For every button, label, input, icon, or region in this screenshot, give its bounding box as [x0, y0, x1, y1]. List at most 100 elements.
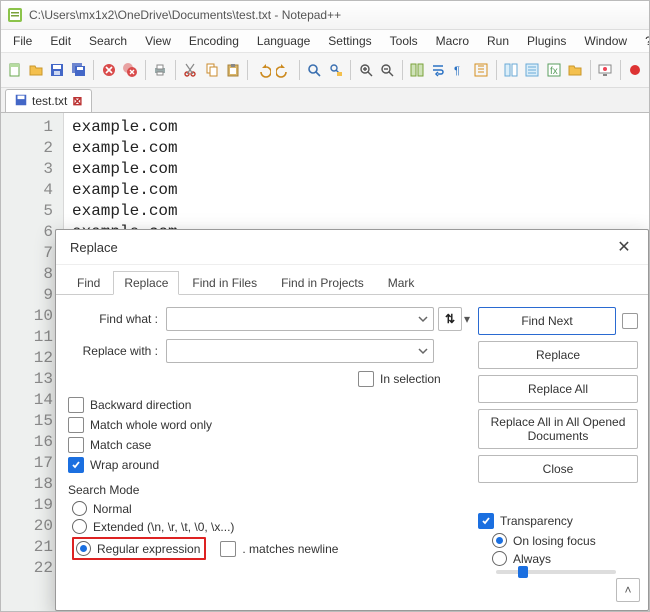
menu-run[interactable]: Run [479, 32, 517, 50]
toolbar: ¶ fx [1, 53, 649, 88]
menu-settings[interactable]: Settings [320, 32, 379, 50]
menu-window[interactable]: Window [576, 32, 635, 50]
menu-encoding[interactable]: Encoding [181, 32, 247, 50]
line-number: 18 [1, 474, 53, 495]
paste-icon[interactable] [223, 58, 242, 82]
menu-plugins[interactable]: Plugins [519, 32, 574, 50]
window-title: C:\Users\mx1x2\OneDrive\Documents\test.t… [29, 8, 341, 22]
copy-icon[interactable] [202, 58, 221, 82]
toolbar-separator [247, 60, 248, 80]
slider-thumb[interactable] [518, 566, 528, 578]
wrap-around-checkbox[interactable] [68, 457, 84, 473]
matches-newline-label: . matches newline [242, 542, 338, 556]
sync-v-icon[interactable] [407, 58, 426, 82]
menu-file[interactable]: File [5, 32, 40, 50]
redo-icon[interactable] [275, 58, 294, 82]
doc-map-icon[interactable] [502, 58, 521, 82]
tab-find-in-files[interactable]: Find in Files [181, 271, 268, 295]
menu-search[interactable]: Search [81, 32, 135, 50]
replace-all-opened-button[interactable]: Replace All in All Opened Documents [478, 409, 638, 449]
search-mode-normal-label: Normal [93, 502, 132, 516]
transparency-on-losing-radio[interactable] [492, 533, 507, 548]
line-number: 9 [1, 285, 53, 306]
toolbar-separator [590, 60, 591, 80]
chevron-down-icon [417, 313, 429, 325]
monitor-icon[interactable] [596, 58, 615, 82]
menu-edit[interactable]: Edit [42, 32, 79, 50]
dialog-title: Replace [70, 240, 118, 255]
menu-help[interactable]: ? [637, 32, 650, 50]
transparency-checkbox[interactable] [478, 513, 494, 529]
swap-dropdown-icon[interactable]: ▾ [462, 312, 472, 326]
zoom-out-icon[interactable] [377, 58, 396, 82]
menu-language[interactable]: Language [249, 32, 318, 50]
menu-macro[interactable]: Macro [428, 32, 477, 50]
file-tab-name: test.txt [32, 94, 67, 108]
close-button[interactable]: Close [478, 455, 638, 483]
cut-icon[interactable] [181, 58, 200, 82]
search-mode-normal-radio[interactable] [72, 501, 87, 516]
find-what-input[interactable] [166, 307, 434, 331]
folder-view-icon[interactable] [565, 58, 584, 82]
dialog-tabs: Find Replace Find in Files Find in Proje… [56, 265, 648, 295]
tab-replace[interactable]: Replace [113, 271, 179, 295]
line-number: 3 [1, 159, 53, 180]
replace-button[interactable]: Replace [478, 341, 638, 369]
find-next-direction-checkbox[interactable] [622, 313, 638, 329]
file-tab[interactable]: test.txt ⊠ [5, 89, 92, 112]
replace-all-button[interactable]: Replace All [478, 375, 638, 403]
transparency-label: Transparency [500, 514, 573, 528]
replace-icon[interactable] [326, 58, 345, 82]
line-number: 13 [1, 369, 53, 390]
menu-view[interactable]: View [137, 32, 179, 50]
open-file-icon[interactable] [26, 58, 45, 82]
swap-fields-button[interactable]: ⇅ [438, 307, 462, 331]
replace-with-input[interactable] [166, 339, 434, 363]
match-case-checkbox[interactable] [68, 437, 84, 453]
line-number: 12 [1, 348, 53, 369]
transparency-always-label: Always [513, 552, 551, 566]
save-all-icon[interactable] [69, 58, 88, 82]
in-selection-checkbox[interactable] [358, 371, 374, 387]
function-list-icon[interactable]: fx [544, 58, 563, 82]
toolbar-separator [496, 60, 497, 80]
zoom-in-icon[interactable] [356, 58, 375, 82]
dialog-close-icon[interactable]: ✕ [610, 233, 638, 261]
doc-list-icon[interactable] [523, 58, 542, 82]
whole-word-checkbox[interactable] [68, 417, 84, 433]
save-icon[interactable] [48, 58, 67, 82]
record-macro-icon[interactable] [626, 58, 645, 82]
transparency-always-radio[interactable] [492, 551, 507, 566]
svg-text:¶: ¶ [454, 65, 460, 77]
expand-dialog-icon[interactable]: ˄ [616, 578, 640, 602]
transparency-slider[interactable] [496, 570, 616, 574]
matches-newline-checkbox[interactable] [220, 541, 236, 557]
wrap-icon[interactable] [429, 58, 448, 82]
toolbar-separator [93, 60, 94, 80]
new-file-icon[interactable] [5, 58, 24, 82]
tab-mark[interactable]: Mark [377, 271, 426, 295]
backward-label: Backward direction [90, 398, 191, 412]
regex-highlight: Regular expression [72, 537, 206, 560]
search-mode-extended-label: Extended (\n, \r, \t, \0, \x...) [93, 520, 234, 534]
search-mode-regex-radio[interactable] [76, 541, 91, 556]
search-mode-extended-radio[interactable] [72, 519, 87, 534]
line-number: 17 [1, 453, 53, 474]
app-icon [7, 7, 23, 23]
show-all-chars-icon[interactable]: ¶ [450, 58, 469, 82]
find-next-button[interactable]: Find Next [478, 307, 616, 335]
backward-checkbox[interactable] [68, 397, 84, 413]
menu-tools[interactable]: Tools [382, 32, 426, 50]
wrap-around-label: Wrap around [90, 458, 159, 472]
indent-guide-icon[interactable] [471, 58, 490, 82]
undo-icon[interactable] [253, 58, 272, 82]
toolbar-separator [350, 60, 351, 80]
match-case-label: Match case [90, 438, 151, 452]
close-all-icon[interactable] [120, 58, 139, 82]
file-tab-close-icon[interactable]: ⊠ [71, 95, 83, 107]
find-icon[interactable] [305, 58, 324, 82]
close-icon[interactable] [99, 58, 118, 82]
tab-find-in-projects[interactable]: Find in Projects [270, 271, 375, 295]
tab-find[interactable]: Find [66, 271, 111, 295]
print-icon[interactable] [150, 58, 169, 82]
